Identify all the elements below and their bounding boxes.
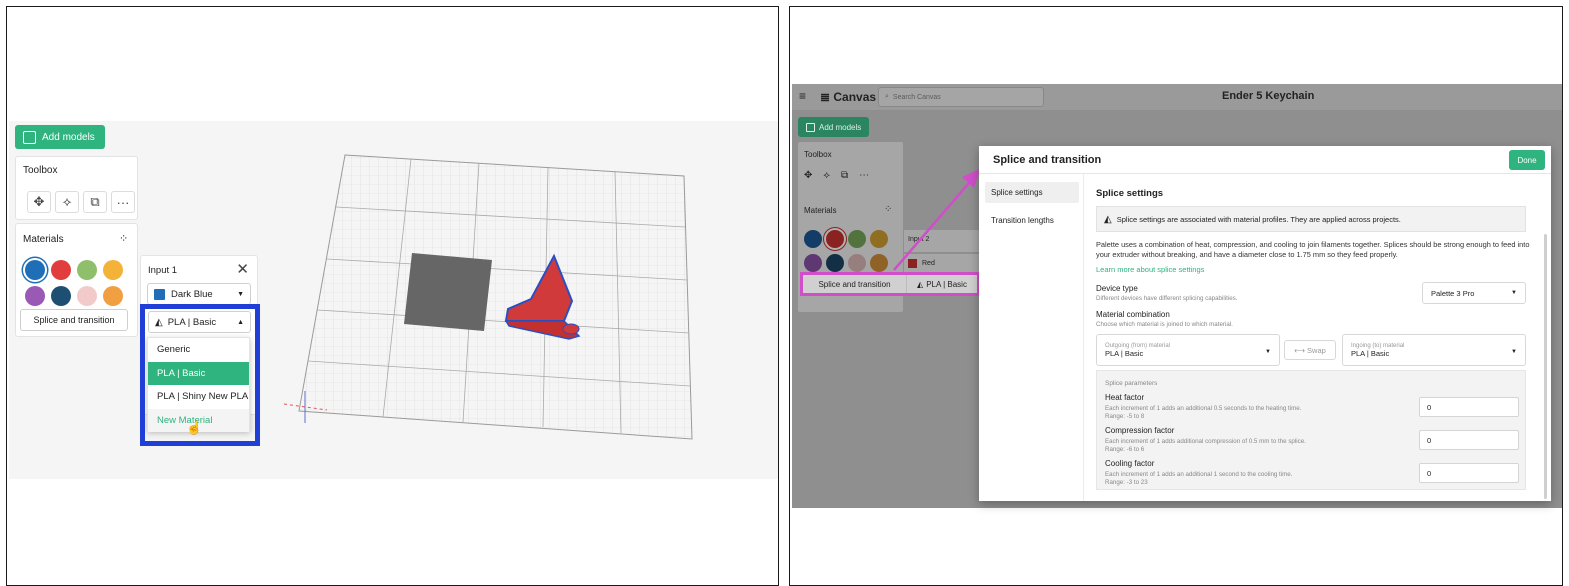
device-type-select[interactable]: Palette 3 Pro ▼ — [1422, 282, 1526, 304]
app-logo: ≣ Canvas — [820, 90, 877, 104]
materials-title: Materials — [804, 206, 837, 215]
compression-factor-label: Compression factor — [1105, 426, 1175, 435]
menu-icon[interactable]: ≡ — [799, 89, 806, 103]
swatch-red[interactable] — [51, 260, 71, 280]
splice-and-transition-button[interactable]: Splice and transition — [20, 309, 128, 331]
device-type-sub: Different devices have different splicin… — [1096, 295, 1238, 302]
cooling-factor-range: Range: -3 to 23 — [1105, 479, 1148, 486]
swatch-pink[interactable] — [77, 286, 97, 306]
color-dropdown[interactable]: Dark Blue ▼ — [147, 283, 251, 305]
swatch-purple[interactable] — [25, 286, 45, 306]
swatch-green[interactable] — [848, 230, 866, 248]
color-swatch-icon — [154, 288, 165, 300]
swatch-dark-blue[interactable] — [804, 230, 822, 248]
device-type-label: Device type — [1096, 284, 1138, 293]
swatch-dark-blue[interactable] — [25, 260, 45, 280]
swatch-purple[interactable] — [804, 254, 822, 272]
move-tool-button[interactable]: ✥ — [27, 191, 51, 213]
heat-factor-range: Range: -5 to 8 — [1105, 413, 1145, 420]
material-dropdown[interactable]: ◭ PLA | Basic — [907, 280, 977, 289]
learn-more-link[interactable]: Learn more about splice settings — [1096, 265, 1204, 274]
nav-transition-lengths[interactable]: Transition lengths — [985, 210, 1079, 231]
left-screenshot-panel: Add models Toolbox ✥ ⟡ ⧉ ··· Materials ⁘… — [6, 6, 779, 586]
red-material-row: Red — [904, 254, 984, 272]
swatch-orange[interactable] — [870, 254, 888, 272]
outgoing-material-select[interactable]: Outgoing (from) material PLA | Basic ▼ — [1096, 334, 1280, 366]
materials-title: Materials — [23, 234, 64, 245]
droplet-icon: ◭ — [1104, 213, 1112, 225]
close-icon[interactable]: ✕ — [236, 260, 249, 278]
info-banner: ◭ Splice settings are associated with ma… — [1096, 206, 1526, 232]
splice-and-transition-button[interactable]: Splice and transition — [803, 275, 907, 293]
swatch-navy[interactable] — [51, 286, 71, 306]
scrollbar[interactable] — [1544, 234, 1547, 499]
rotate-tool-button[interactable]: ⟡ — [55, 191, 79, 213]
heat-factor-label: Heat factor — [1105, 393, 1145, 402]
modal-title: Splice and transition — [993, 153, 1102, 166]
cooling-factor-desc: Each increment of 1 adds an additional 1… — [1105, 471, 1293, 478]
cube-icon — [23, 130, 36, 144]
cooling-factor-label: Cooling factor — [1105, 459, 1155, 468]
grid-icon[interactable]: ⁘ — [884, 204, 892, 215]
caret-down-icon: ▼ — [1265, 349, 1271, 355]
params-title: Splice parameters — [1105, 380, 1158, 387]
swatch-navy[interactable] — [826, 254, 844, 272]
search-input[interactable]: ⌕ Search Canvas — [878, 87, 1044, 107]
swatch-green[interactable] — [77, 260, 97, 280]
nav-splice-settings[interactable]: Splice settings — [985, 182, 1079, 203]
material-combination-label: Material combination — [1096, 310, 1170, 319]
modal-header: Splice and transition Done — [979, 146, 1551, 174]
heat-factor-input[interactable]: 0 — [1419, 397, 1519, 417]
swap-icon: ⟷ — [1294, 345, 1305, 355]
red-swatch-icon — [908, 258, 917, 268]
modal-nav: Splice settings Transition lengths — [985, 182, 1079, 231]
more-tools-button[interactable]: ··· — [111, 191, 135, 213]
description-paragraph: Palette uses a combination of heat, comp… — [1096, 240, 1530, 259]
toolbox-card: Toolbox ✥ ⟡ ⧉ ··· — [15, 156, 138, 220]
swatch-red[interactable] — [826, 230, 844, 248]
add-models-label: Add models — [42, 131, 95, 143]
swap-button[interactable]: ⟷ Swap — [1284, 340, 1336, 360]
blue-highlight-box — [140, 304, 260, 446]
swatch-yellow[interactable] — [870, 230, 888, 248]
toolbox-title: Toolbox — [804, 150, 832, 159]
material-combination-sub: Choose which material is joined to which… — [1096, 321, 1233, 328]
splice-parameters-panel: Splice parameters Heat factor Each incre… — [1096, 370, 1526, 490]
add-models-button[interactable]: Add models — [798, 117, 870, 137]
compression-factor-range: Range: -6 to 6 — [1105, 446, 1145, 453]
caret-down-icon: ▼ — [1511, 349, 1517, 355]
caret-down-icon: ▼ — [237, 290, 244, 298]
modal-body: Splice settings ◭ Splice settings are as… — [1083, 174, 1551, 501]
gray-cube-model — [404, 253, 492, 331]
splice-transition-modal: Splice and transition Done Splice settin… — [979, 146, 1551, 501]
input-title: Input 1 — [148, 265, 178, 276]
heat-factor-desc: Each increment of 1 adds an additional 0… — [1105, 405, 1302, 412]
compression-factor-input[interactable]: 0 — [1419, 430, 1519, 450]
swatch-pink[interactable] — [848, 254, 866, 272]
splice-highlight-box: Splice and transition ◭ PLA | Basic — [800, 272, 980, 296]
grid-icon[interactable]: ⁘ — [119, 232, 128, 245]
ingoing-material-select[interactable]: Ingoing (to) material PLA | Basic ▼ — [1342, 334, 1526, 366]
cooling-factor-input[interactable]: 0 — [1419, 463, 1519, 483]
top-bar: ≡ ≣ Canvas ⌕ Search Canvas Ender 5 Keych… — [792, 84, 1562, 110]
scale-tool-button[interactable]: ⧉ — [83, 191, 107, 213]
caret-down-icon: ▼ — [1511, 290, 1517, 296]
swatch-yellow[interactable] — [103, 260, 123, 280]
done-button[interactable]: Done — [1509, 150, 1545, 170]
section-title: Splice settings — [1096, 188, 1164, 199]
input-2-label: Input 2 — [904, 230, 984, 252]
swatch-orange[interactable] — [103, 286, 123, 306]
toolbox-title: Toolbox — [23, 165, 58, 176]
add-models-button[interactable]: Add models — [15, 125, 105, 149]
compression-factor-desc: Each increment of 1 adds additional comp… — [1105, 438, 1306, 445]
search-icon: ⌕ — [885, 93, 889, 100]
cube-icon — [806, 122, 815, 132]
tool-icons[interactable]: ✥⟡⧉⋯ — [804, 170, 880, 181]
project-title: Ender 5 Keychain — [1222, 90, 1315, 102]
droplet-icon: ◭ — [917, 279, 924, 289]
